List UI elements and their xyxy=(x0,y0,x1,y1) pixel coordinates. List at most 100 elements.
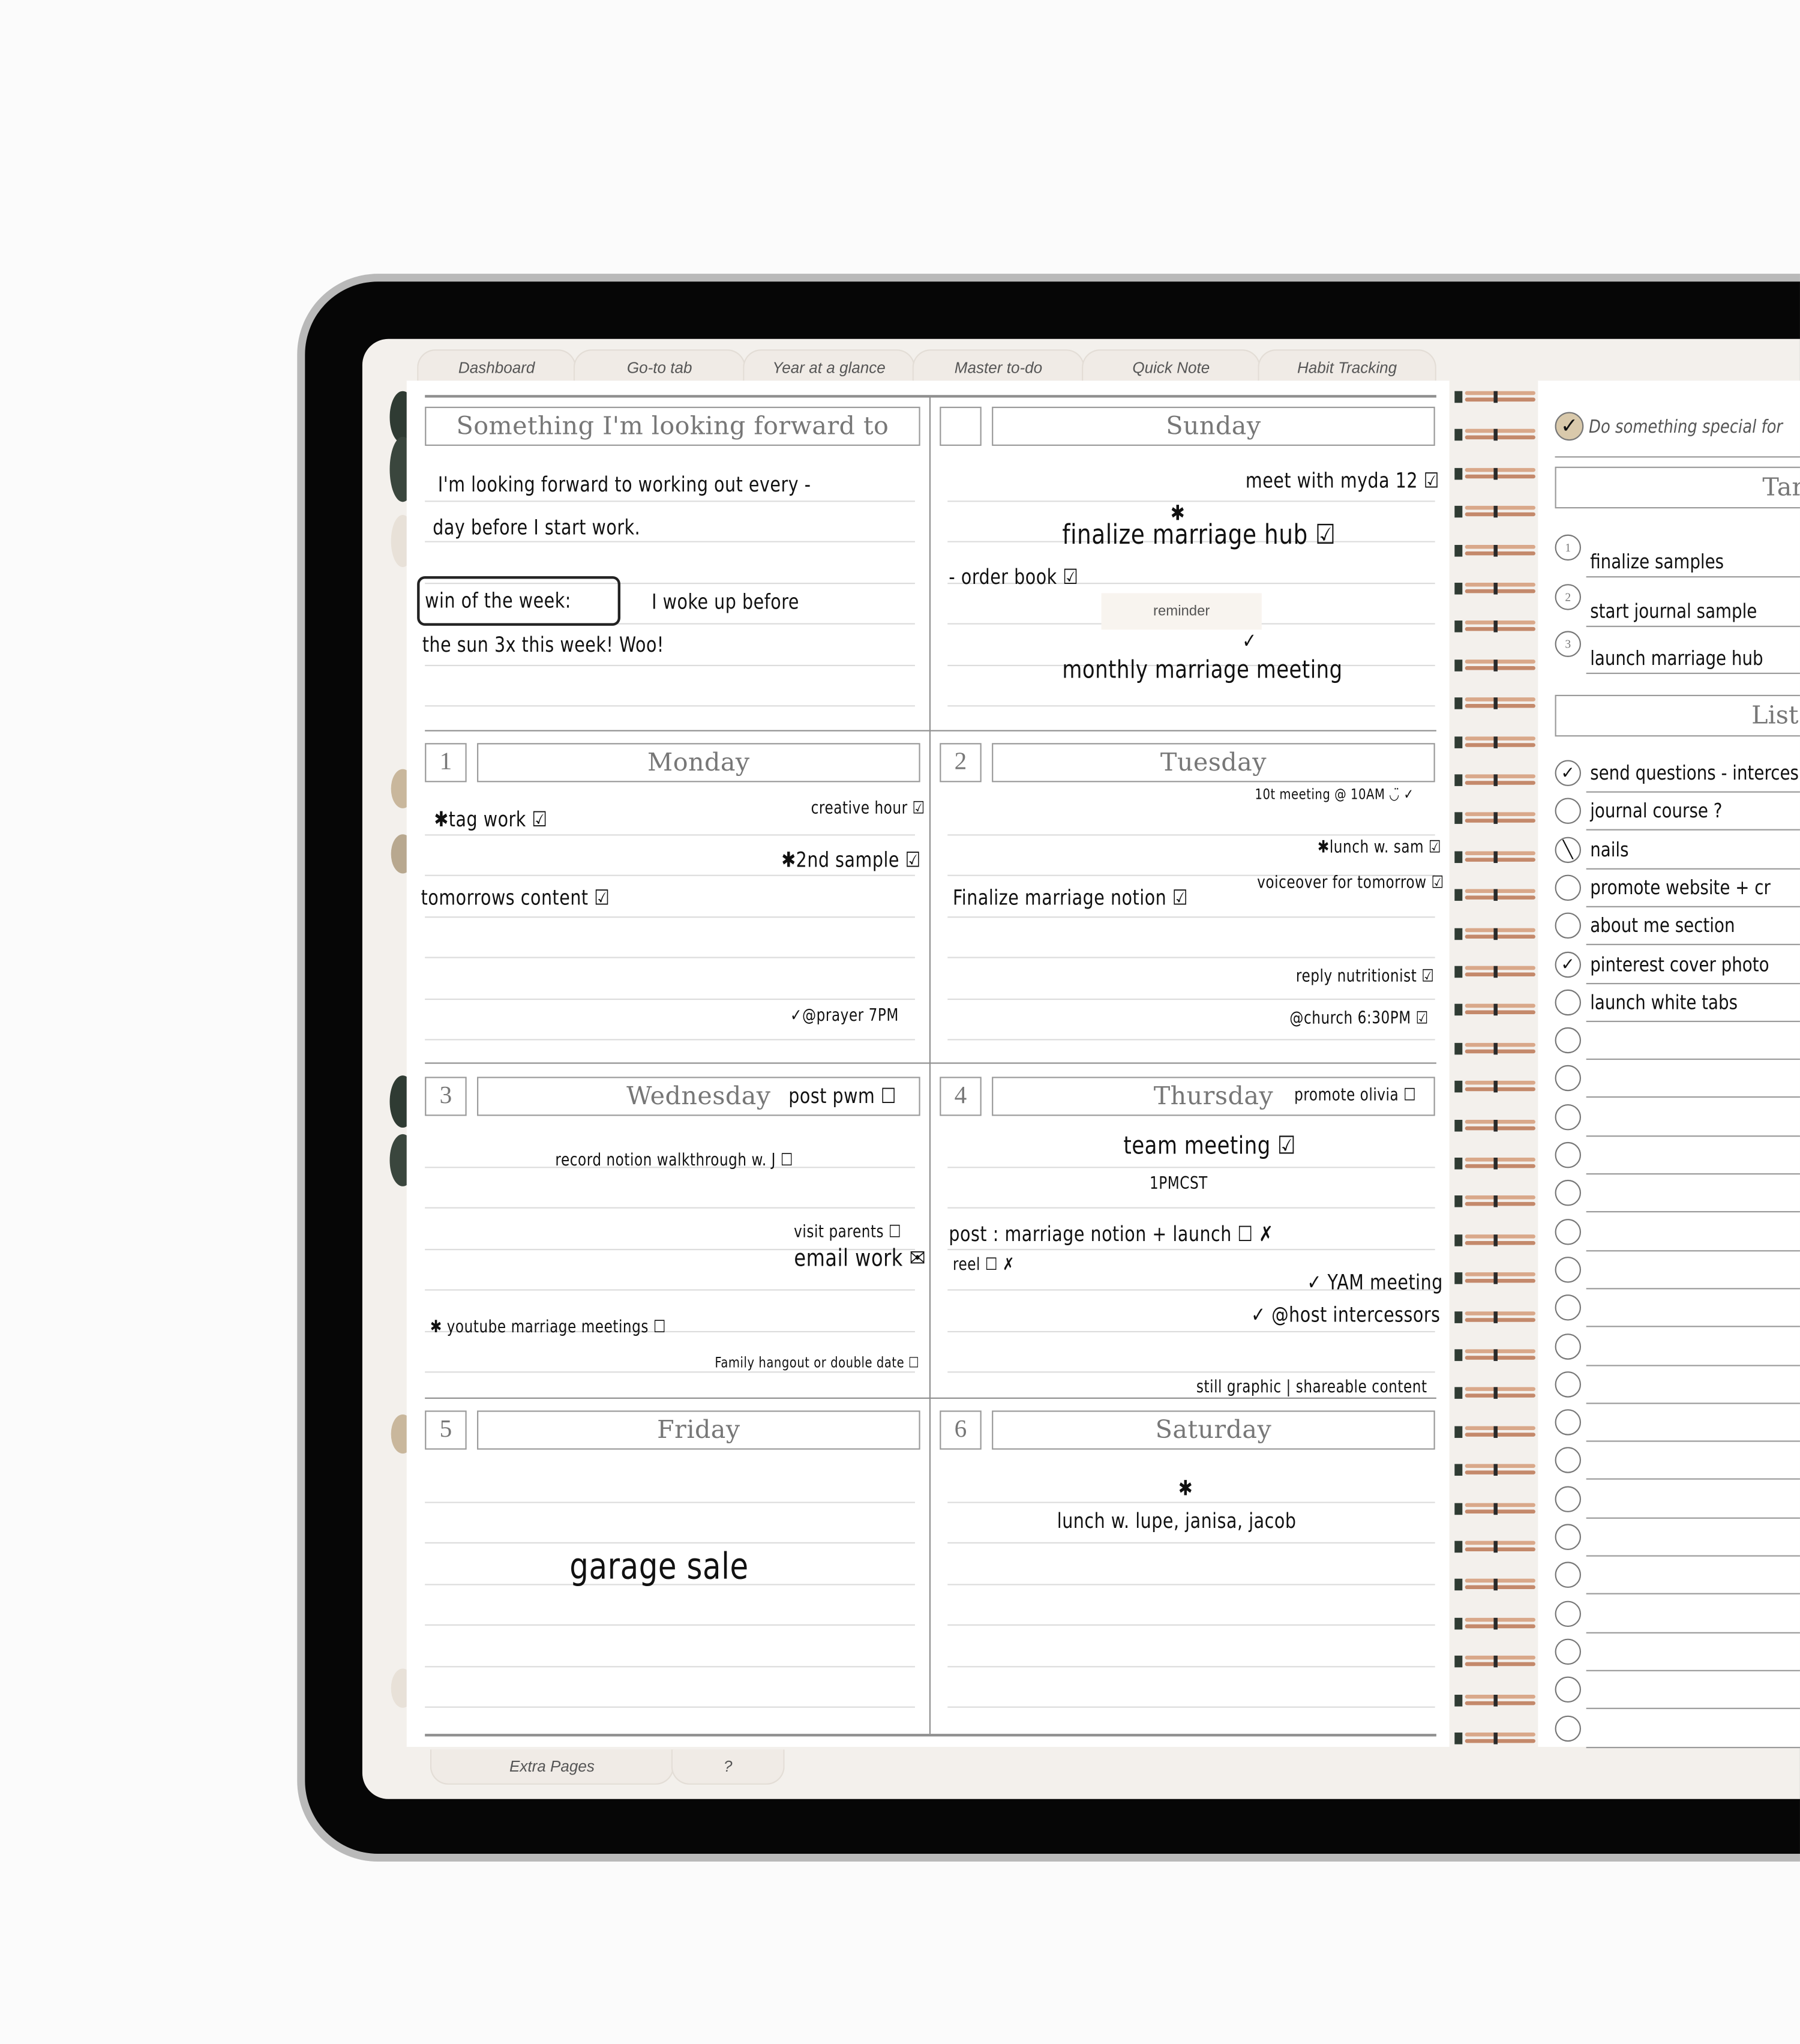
ruled-line xyxy=(425,500,915,502)
spiral-ring xyxy=(1454,889,1535,901)
ruled-line xyxy=(425,1371,915,1373)
checkbox-circle-icon[interactable] xyxy=(1555,1524,1581,1550)
tab-quick-note[interactable]: Quick Note xyxy=(1082,349,1261,385)
spiral-ring xyxy=(1454,1081,1535,1093)
note: ✓@prayer 7PM xyxy=(790,1006,899,1026)
list-line xyxy=(1586,982,1800,984)
ruled-line xyxy=(947,957,1435,958)
reminder-sticky-note[interactable]: reminder xyxy=(1101,593,1262,630)
tab-master-to-do[interactable]: Master to-do xyxy=(912,349,1085,385)
ruled-line xyxy=(947,1501,1435,1503)
ruled-line xyxy=(425,541,915,543)
help-tab[interactable]: ? xyxy=(671,1749,785,1785)
checkbox-circle-icon[interactable] xyxy=(1555,1256,1581,1283)
list-line xyxy=(1586,1746,1800,1748)
note: email work ✉ xyxy=(793,1245,926,1273)
checkbox-circle-icon[interactable] xyxy=(1555,1141,1581,1168)
list-item: promote website + cr xyxy=(1590,876,1771,900)
checkbox-circle-icon[interactable]: ╲ xyxy=(1555,836,1581,863)
asterisk: ✱ xyxy=(1178,1476,1193,1501)
list-line xyxy=(1586,1479,1800,1480)
spiral-ring xyxy=(1454,1464,1535,1476)
note: voiceover for tomorrow ☑ xyxy=(1257,873,1444,894)
checkbox-circle-icon[interactable] xyxy=(1555,874,1581,901)
ruled-line xyxy=(425,664,915,666)
tab-go-to-tab[interactable]: Go-to tab xyxy=(573,349,746,385)
note: day before I start work. xyxy=(433,515,641,540)
checkbox-circle-icon[interactable] xyxy=(1555,1371,1581,1398)
note: ✓ @host intercessors xyxy=(1250,1302,1441,1327)
note: ✱2nd sample ☑ xyxy=(781,847,920,873)
ruled-line xyxy=(947,500,1435,502)
spiral-ring xyxy=(1454,506,1535,518)
spiral-ring xyxy=(1454,736,1535,748)
spiral-ring xyxy=(1454,1541,1535,1553)
ruled-line xyxy=(425,1207,915,1209)
note: creative hour ☑ xyxy=(811,799,926,819)
spiral-ring xyxy=(1454,1042,1535,1054)
note: Family hangout or double date ☐ xyxy=(714,1354,919,1372)
spiral-ring xyxy=(1454,813,1535,825)
ruled-line xyxy=(425,705,915,707)
list-line xyxy=(1586,1211,1800,1213)
ruled-line xyxy=(425,1542,915,1544)
spiral-ring xyxy=(1454,1234,1535,1246)
day-number: 1 xyxy=(425,743,467,783)
spiral-ring xyxy=(1454,1656,1535,1668)
ruled-line xyxy=(425,1289,915,1291)
tab-extra-pages[interactable]: Extra Pages xyxy=(430,1749,674,1785)
list-line xyxy=(1586,1555,1800,1557)
list-line xyxy=(1586,1402,1800,1404)
day-number: 6 xyxy=(940,1410,982,1450)
ruled-line xyxy=(947,1330,1435,1332)
note: still graphic | shareable content xyxy=(1196,1378,1427,1398)
note: record notion walkthrough w. J ☐ xyxy=(555,1151,794,1171)
list-line xyxy=(1586,1096,1800,1098)
ruled-line xyxy=(947,1039,1435,1041)
tab-year-at-a-glance[interactable]: Year at a glance xyxy=(743,349,915,385)
divider xyxy=(1555,456,1800,458)
spiral-ring xyxy=(1454,1349,1535,1361)
spiral-ring xyxy=(1454,621,1535,633)
checkbox-circle-icon[interactable] xyxy=(1555,1333,1581,1359)
checkbox-circle-icon[interactable] xyxy=(1555,1027,1581,1054)
spiral-ring xyxy=(1454,1694,1535,1706)
tab-habit-tracking[interactable]: Habit Tracking xyxy=(1258,349,1436,385)
list-line xyxy=(1586,1287,1800,1290)
ruled-line xyxy=(947,1665,1435,1667)
checkbox-checked-icon[interactable]: ✓ xyxy=(1555,951,1581,978)
spiral-ring xyxy=(1454,544,1535,556)
tab-dashboard[interactable]: Dashboard xyxy=(417,349,577,385)
spiral-ring xyxy=(1454,1387,1535,1399)
target-number-badge: 1 xyxy=(1555,534,1581,561)
spiral-ring xyxy=(1454,774,1535,786)
note: I woke up before xyxy=(652,589,799,615)
list-line xyxy=(1586,1593,1800,1595)
checkbox-checked-icon[interactable]: ✓ xyxy=(1555,760,1581,786)
checkbox-circle-icon[interactable] xyxy=(1555,1638,1581,1665)
checkbox-circle-icon[interactable] xyxy=(1555,1409,1581,1435)
note: 1PMCST xyxy=(1149,1174,1208,1194)
forward-title: Something I'm looking forward to xyxy=(425,406,920,446)
day-title-sunday: Sunday xyxy=(992,406,1435,446)
checkbox-circle-icon[interactable] xyxy=(1555,1104,1581,1130)
spiral-ring xyxy=(1454,1158,1535,1170)
checkbox-circle-icon[interactable] xyxy=(1555,1715,1581,1742)
checkbox-circle-icon[interactable] xyxy=(1555,1218,1581,1245)
note: ✱lunch w. sam ☑ xyxy=(1318,838,1442,858)
checkbox-circle-icon[interactable] xyxy=(1555,989,1581,1015)
list-line xyxy=(1586,1020,1800,1022)
target-number-badge: 2 xyxy=(1555,584,1581,610)
list-line xyxy=(1586,1326,1800,1327)
note: reel ☐ ✗ xyxy=(952,1255,1015,1275)
target-item: finalize samples xyxy=(1590,550,1724,574)
spiral-ring xyxy=(1454,927,1535,940)
list-line xyxy=(1586,1364,1800,1366)
spiral-ring xyxy=(1454,429,1535,442)
checkbox-circle-icon[interactable] xyxy=(1555,1600,1581,1627)
note: ✱ youtube marriage meetings ☐ xyxy=(430,1318,667,1338)
special-check-icon[interactable]: ✓ xyxy=(1555,412,1584,441)
note: monthly marriage meeting xyxy=(1062,655,1343,685)
spiral-ring xyxy=(1454,583,1535,595)
checkbox-circle-icon[interactable] xyxy=(1555,1485,1581,1512)
